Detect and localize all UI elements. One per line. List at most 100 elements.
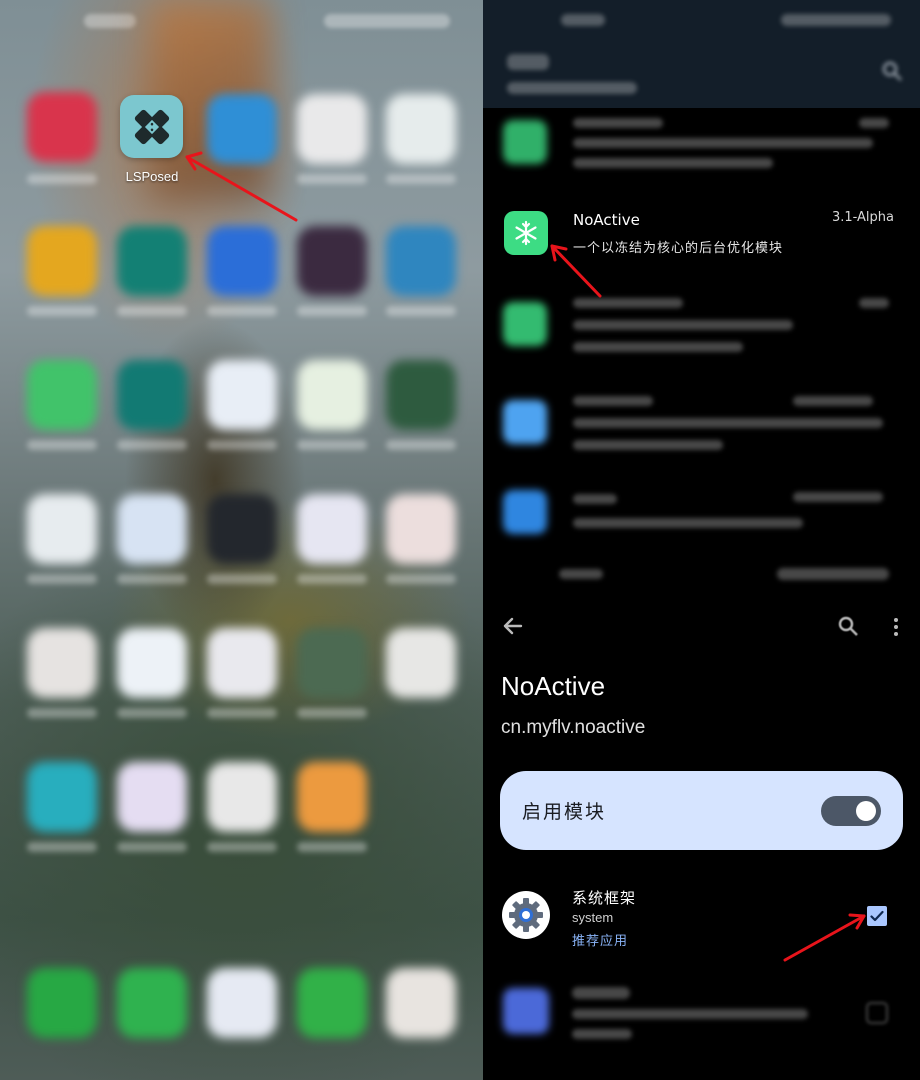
status-time-blur [561,14,605,26]
page-title: NoActive [501,671,606,701]
blurred-app-icon[interactable] [27,226,97,296]
home-screen: LSPosed [0,0,483,1080]
noactive-module-icon [504,211,548,255]
status-icons-blur [777,568,889,580]
blurred-app-icon[interactable] [297,226,367,296]
blurred-app-icon[interactable] [27,762,97,832]
blurred-app-label [27,174,97,184]
module-icon [503,490,547,534]
lsposed-panel: NoActive 3.1-Alpha 一个以冻结为核心的后台优化模块 NoAct… [483,0,920,1080]
module-name: NoActive [573,211,640,229]
toggle-knob [856,801,876,821]
module-list-item[interactable] [483,286,920,370]
dock-phone-icon[interactable] [27,968,97,1038]
blurred-app-icon[interactable] [207,494,277,564]
dock-chat-icon[interactable] [297,968,367,1038]
blurred-app-label [297,574,367,584]
blurred-app-icon[interactable] [297,628,367,698]
scope-app-icon [503,988,549,1034]
blurred-app-icon[interactable] [297,360,367,430]
blurred-app-label [117,842,187,852]
blurred-app-label [117,574,187,584]
module-icon [503,120,547,164]
blurred-app-label [297,708,367,718]
scope-checkbox[interactable] [867,906,887,926]
blurred-app-label [207,440,277,450]
android-gear-icon [502,891,550,939]
blurred-app-icon[interactable] [386,226,456,296]
blurred-app-icon[interactable] [117,360,187,430]
blurred-app-label [207,306,277,316]
blurred-app-icon[interactable] [386,494,456,564]
search-icon[interactable] [837,615,859,641]
blurred-app-label [207,708,277,718]
status-icons-blur [781,14,891,26]
blurred-app-icon[interactable] [27,360,97,430]
scope-app-name: 系统框架 [572,889,637,907]
more-vert-icon[interactable] [893,617,899,641]
search-icon[interactable] [881,60,903,82]
blurred-app-icon[interactable] [27,628,97,698]
blurred-app-label [117,708,187,718]
blurred-app-icon[interactable] [27,494,97,564]
blurred-app-icon[interactable] [386,360,456,430]
check-icon [870,910,884,922]
blurred-app-icon[interactable] [207,360,277,430]
blurred-app-icon[interactable] [207,226,277,296]
lsposed-app-icon[interactable] [120,95,183,158]
module-list-item[interactable] [483,108,920,192]
modules-count-blur [507,82,637,94]
blurred-app-label [386,306,456,316]
blurred-app-label [386,174,456,184]
blurred-app-icon[interactable] [297,762,367,832]
blurred-app-label [207,574,277,584]
blurred-app-icon[interactable] [27,92,97,162]
scope-checkbox[interactable] [866,1002,888,1024]
blurred-app-label [386,440,456,450]
module-list-item[interactable] [483,384,920,468]
blurred-app-label [297,306,367,316]
blurred-app-icon[interactable] [117,628,187,698]
blurred-app-icon[interactable] [386,628,456,698]
blurred-app-icon[interactable] [207,628,277,698]
module-detail-screen: NoActive cn.myflv.noactive 启用模块 系统框架 sys… [483,555,920,1080]
blurred-app-label [386,574,456,584]
blurred-app-icon[interactable] [207,94,277,164]
snowflake-icon [515,220,537,246]
blurred-app-label [27,440,97,450]
blurred-app-label [27,574,97,584]
blurred-app-label [117,440,187,450]
blurred-app-label [207,842,277,852]
modules-title-blur [507,54,549,70]
lsposed-app-label: LSPosed [125,169,179,184]
blurred-app-label [27,842,97,852]
blurred-app-icon[interactable] [117,494,187,564]
enable-module-toggle[interactable] [821,796,881,826]
modules-app-bar [483,0,920,108]
scope-app-package: system [572,910,614,925]
blurred-app-icon[interactable] [117,762,187,832]
dock-messages-icon[interactable] [117,968,187,1038]
module-version: 3.1-Alpha [831,210,894,225]
blurred-app-icon[interactable] [207,762,277,832]
blurred-app-icon[interactable] [297,94,367,164]
blurred-app-icon[interactable] [297,494,367,564]
blurred-app-label [27,306,97,316]
status-time-blur [559,569,603,579]
module-list-item[interactable] [483,480,920,564]
module-description: 一个以冻结为核心的后台优化模块 [573,241,784,256]
enable-module-card[interactable]: 启用模块 [500,771,903,850]
blurred-app-label [27,708,97,718]
enable-module-label: 启用模块 [522,801,607,823]
blurred-app-label [297,842,367,852]
blurred-app-label [297,440,367,450]
module-icon [503,400,547,444]
blurred-app-icon[interactable] [386,94,456,164]
blurred-app-label [297,174,367,184]
module-icon [503,302,547,346]
dock-penguin-icon[interactable] [386,968,456,1038]
recommended-tag: 推荐应用 [572,934,629,949]
dock-app-icon[interactable] [207,968,277,1038]
blurred-app-icon[interactable] [117,226,187,296]
back-arrow-icon[interactable] [503,617,523,639]
